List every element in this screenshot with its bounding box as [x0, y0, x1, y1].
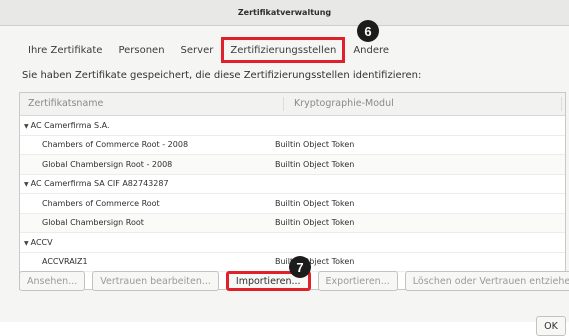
step-badge-7: 7 [289, 256, 311, 278]
table-row[interactable]: Chambers of Commerce Root Builtin Object… [20, 194, 565, 214]
column-header-name[interactable]: Zertifikatsname [20, 97, 284, 111]
cell-name: ▼ AC Camerfirma S.A. [20, 121, 275, 130]
group-label: ACCV [30, 237, 53, 247]
group-label: AC Camerfirma S.A. [30, 120, 110, 130]
ok-button[interactable]: OK [536, 316, 566, 336]
tab-servers[interactable]: Server [173, 38, 222, 62]
view-button[interactable]: Ansehen... [19, 271, 86, 291]
cell-module: Builtin Object Token [275, 198, 355, 208]
cell-name: Chambers of Commerce Root - 2008 [42, 140, 189, 150]
table-row-group[interactable]: ▼ AC Camerfirma S.A. [20, 116, 565, 136]
step-badge-6: 6 [357, 20, 379, 42]
export-button[interactable]: Exportieren... [317, 271, 398, 291]
tab-others[interactable]: Andere [345, 38, 397, 62]
tab-your-certificates[interactable]: Ihre Zertifikate [20, 38, 110, 62]
window-title: Zertifikatverwaltung [237, 8, 332, 17]
cell-name: ▼ AC Camerfirma SA CIF A82743287 [20, 179, 275, 188]
cell-module: Builtin Object Token [275, 218, 355, 228]
window-titlebar: Zertifikatverwaltung [0, 0, 569, 26]
cell-module: Builtin Object Token [275, 257, 355, 267]
column-header-module[interactable]: Kryptographie-Modul [284, 97, 562, 111]
cell-name: Chambers of Commerce Root [42, 198, 160, 208]
table-row[interactable]: Chambers of Commerce Root - 2008 Builtin… [20, 136, 565, 155]
tab-authorities[interactable]: Zertifizierungsstellen [221, 37, 346, 63]
delete-distrust-button[interactable]: Löschen oder Vertrauen entziehen... [404, 271, 569, 291]
expand-caret-icon[interactable]: ▼ [24, 123, 29, 130]
table-header: Zertifikatsname Kryptographie-Modul [20, 93, 565, 116]
tab-people[interactable]: Personen [110, 38, 172, 62]
cell-name: ACCVRAIZ1 [42, 257, 88, 267]
group-label: AC Camerfirma SA CIF A82743287 [30, 179, 169, 189]
table-row[interactable]: Global Chambersign Root - 2008 Builtin O… [20, 155, 565, 175]
expand-caret-icon[interactable]: ▼ [24, 240, 29, 247]
edit-trust-button[interactable]: Vertrauen bearbeiten... [92, 271, 219, 291]
info-text: Sie haben Zertifikate gespeichert, die d… [22, 70, 422, 81]
cell-module: Builtin Object Token [275, 140, 355, 150]
cell-module: Builtin Object Token [275, 159, 355, 169]
table-row-group[interactable]: ▼ AC Camerfirma SA CIF A82743287 [20, 175, 565, 194]
cell-name: Global Chambersign Root - 2008 [42, 159, 173, 169]
certificate-manager-dialog: Ihre Zertifikate Personen Server Zertifi… [0, 26, 569, 336]
tab-bar: Ihre Zertifikate Personen Server Zertifi… [20, 37, 397, 63]
cell-name: Global Chambersign Root [42, 218, 144, 228]
cell-name: ▼ ACCV [20, 238, 275, 247]
table-row[interactable]: Global Chambersign Root Builtin Object T… [20, 213, 565, 233]
expand-caret-icon[interactable]: ▼ [24, 181, 29, 188]
table-row-group[interactable]: ▼ ACCV [20, 233, 565, 253]
